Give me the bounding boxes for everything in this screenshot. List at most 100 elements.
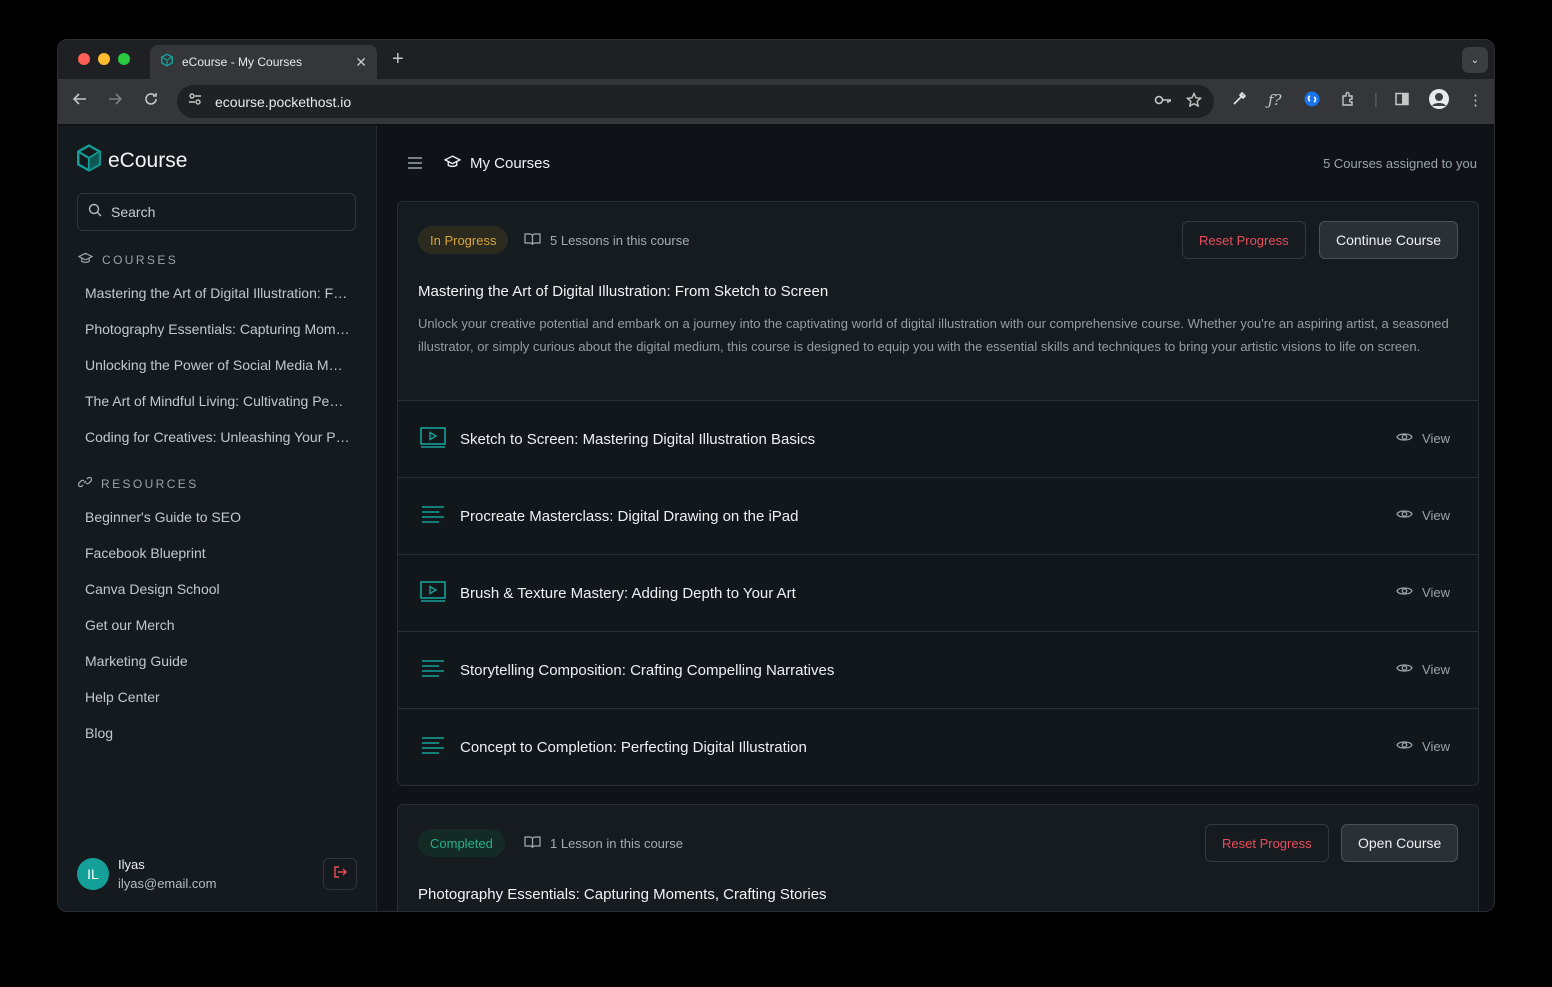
eye-icon — [1396, 585, 1413, 600]
shazam-extension-icon[interactable] — [1304, 91, 1320, 111]
book-icon — [524, 835, 541, 852]
sidebar: eCourse COURSES Mastering the Art of Dig… — [58, 126, 377, 911]
course-card: Completed 1 Lesson in this course Reset … — [397, 804, 1479, 911]
side-panel-icon[interactable] — [1394, 91, 1410, 111]
sidebar-course-item[interactable]: Mastering the Art of Digital Illustratio… — [85, 275, 350, 311]
sidebar-resource-item[interactable]: Marketing Guide — [85, 643, 350, 679]
sidebar-resource-item[interactable]: Help Center — [85, 679, 350, 715]
lesson-title: Procreate Masterclass: Digital Drawing o… — [460, 507, 799, 525]
graduation-cap-icon — [443, 154, 462, 173]
brand-name: eCourse — [108, 148, 188, 172]
page-title: My Courses — [443, 154, 551, 173]
lesson-title: Concept to Completion: Perfecting Digita… — [460, 738, 807, 756]
logout-icon — [333, 865, 347, 884]
resources-section-heading: RESOURCES — [77, 475, 199, 492]
view-label: View — [1422, 585, 1450, 600]
book-icon — [524, 232, 541, 249]
password-key-icon[interactable] — [1154, 92, 1172, 111]
address-bar[interactable]: ecourse.pockethost.io — [177, 85, 1214, 118]
lesson-title: Sketch to Screen: Mastering Digital Illu… — [460, 430, 816, 448]
graduation-cap-icon — [77, 251, 94, 268]
sidebar-course-item[interactable]: Unlocking the Power of Social Media Mark… — [85, 347, 350, 383]
view-lesson-button[interactable]: View — [1396, 662, 1450, 677]
courses-heading-label: COURSES — [102, 252, 179, 267]
profile-avatar-icon[interactable] — [1428, 88, 1450, 114]
view-lesson-button[interactable]: View — [1396, 431, 1450, 446]
course-description: Unlock your creative potential and embar… — [418, 316, 1449, 354]
view-lesson-button[interactable]: View — [1396, 508, 1450, 523]
bookmark-star-icon[interactable] — [1185, 91, 1203, 111]
sidebar-course-item[interactable]: The Art of Mindful Living: Cultivating P… — [85, 383, 350, 419]
view-lesson-button[interactable]: View — [1396, 585, 1450, 600]
view-label: View — [1422, 662, 1450, 677]
new-tab-icon[interactable]: + — [392, 48, 404, 71]
course-title[interactable]: Mastering the Art of Digital Illustratio… — [418, 283, 828, 300]
eye-icon — [1396, 431, 1413, 446]
courses-section-heading: COURSES — [77, 251, 179, 268]
close-window-button[interactable] — [78, 53, 90, 65]
reload-icon[interactable] — [143, 91, 159, 112]
eyedropper-extension-icon[interactable] — [1231, 91, 1247, 111]
sidebar-resource-item[interactable]: Blog — [85, 715, 350, 751]
minimize-window-button[interactable] — [98, 53, 110, 65]
view-label: View — [1422, 739, 1450, 754]
lesson-row[interactable]: Sketch to Screen: Mastering Digital Illu… — [398, 400, 1478, 477]
sidebar-course-item[interactable]: Photography Essentials: Capturing Moment… — [85, 311, 350, 347]
sidebar-resource-item[interactable]: Canva Design School — [85, 571, 350, 607]
course-title[interactable]: Photography Essentials: Capturing Moment… — [418, 886, 827, 903]
lessons-count-label: 1 Lesson in this course — [550, 836, 683, 851]
lesson-row[interactable]: Procreate Masterclass: Digital Drawing o… — [398, 477, 1478, 554]
lessons-count: 1 Lesson in this course — [524, 835, 683, 852]
user-name: Ilyas — [118, 857, 145, 872]
toolbar-divider: | — [1374, 91, 1378, 108]
font-extension-icon[interactable]: ƒ? — [1268, 91, 1282, 109]
logout-button[interactable] — [323, 858, 357, 890]
resources-nav-list: Beginner's Guide to SEO Facebook Bluepri… — [85, 499, 350, 751]
video-icon — [419, 425, 447, 454]
tab-close-icon[interactable]: ✕ — [355, 54, 367, 71]
view-label: View — [1422, 508, 1450, 523]
reset-progress-button[interactable]: Reset Progress — [1205, 824, 1329, 862]
view-lesson-button[interactable]: View — [1396, 739, 1450, 754]
lesson-row[interactable]: Concept to Completion: Perfecting Digita… — [398, 708, 1478, 785]
courses-count: 5 Courses assigned to you — [1323, 156, 1477, 171]
reset-progress-button[interactable]: Reset Progress — [1182, 221, 1306, 259]
lesson-row[interactable]: Brush & Texture Mastery: Adding Depth to… — [398, 554, 1478, 631]
browser-menu-icon[interactable]: ⋮ — [1468, 91, 1483, 109]
menu-toggle-icon[interactable] — [407, 156, 423, 175]
tab-title: eCourse - My Courses — [182, 55, 303, 69]
status-badge: In Progress — [418, 226, 509, 254]
text-lines-icon — [419, 502, 447, 531]
brand-logo[interactable]: eCourse — [76, 144, 187, 177]
continue-course-button[interactable]: Continue Course — [1319, 221, 1459, 259]
lessons-count: 5 Lessons in this course — [524, 232, 689, 249]
eye-icon — [1396, 508, 1413, 523]
browser-tab[interactable]: eCourse - My Courses ✕ — [150, 45, 377, 79]
status-badge: Completed — [418, 829, 505, 857]
tab-search-icon[interactable]: ⌄ — [1462, 47, 1488, 73]
lesson-row[interactable]: Storytelling Composition: Crafting Compe… — [398, 631, 1478, 708]
search-box[interactable] — [77, 193, 356, 231]
extensions-puzzle-icon[interactable] — [1340, 91, 1356, 111]
sidebar-course-item[interactable]: Coding for Creatives: Unleashing Your Po… — [85, 419, 350, 455]
maximize-window-button[interactable] — [118, 53, 130, 65]
lesson-title: Brush & Texture Mastery: Adding Depth to… — [460, 584, 796, 602]
search-input[interactable] — [111, 204, 331, 220]
back-icon[interactable] — [72, 91, 88, 112]
sidebar-resource-item[interactable]: Get our Merch — [85, 607, 350, 643]
link-icon — [77, 475, 93, 492]
sidebar-resource-item[interactable]: Facebook Blueprint — [85, 535, 350, 571]
lessons-count-label: 5 Lessons in this course — [550, 233, 690, 248]
browser-window: eCourse - My Courses ✕ + ⌄ ecourse.pocke… — [57, 39, 1495, 912]
course-card: In Progress 5 Lessons in this course Res… — [397, 201, 1479, 786]
lesson-title: Storytelling Composition: Crafting Compe… — [460, 661, 835, 679]
text-lines-icon — [419, 733, 447, 762]
open-course-button[interactable]: Open Course — [1341, 824, 1459, 862]
sidebar-resource-item[interactable]: Beginner's Guide to SEO — [85, 499, 350, 535]
site-settings-icon[interactable] — [187, 91, 203, 112]
page-title-label: My Courses — [470, 155, 551, 172]
forward-icon[interactable] — [107, 91, 123, 112]
app-container: eCourse COURSES Mastering the Art of Dig… — [58, 126, 1494, 911]
user-profile[interactable]: IL Ilyas ilyas@email.com — [77, 857, 216, 891]
avatar: IL — [77, 858, 109, 890]
